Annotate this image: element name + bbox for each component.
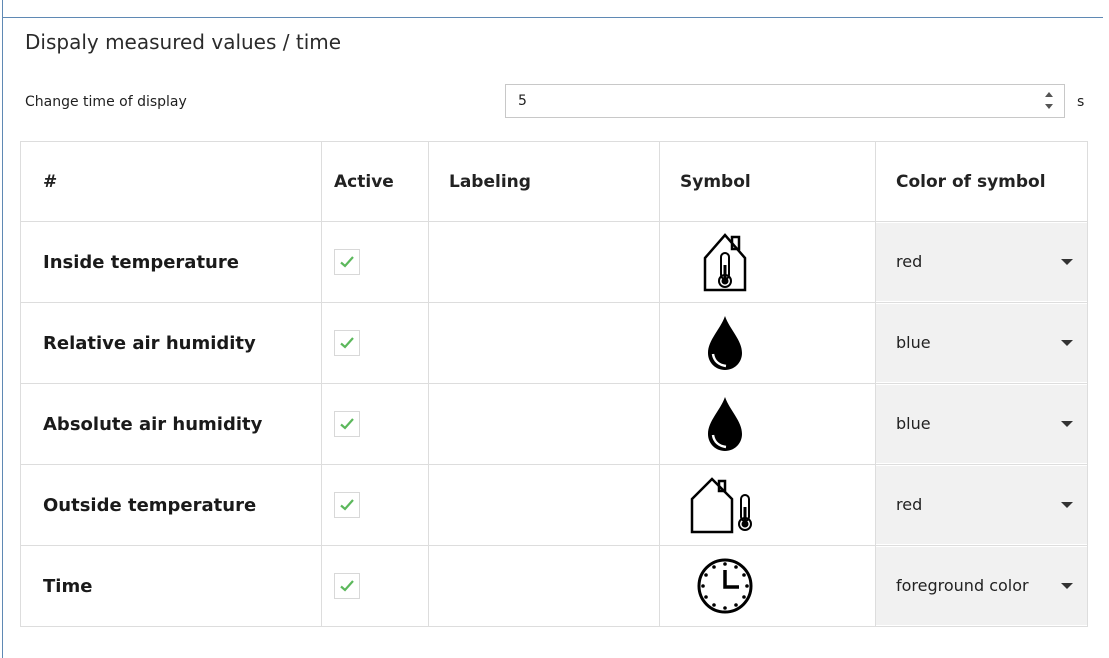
- checkmark-icon: [340, 580, 354, 592]
- house-outside-thermometer-icon: [680, 474, 770, 536]
- caret-down-icon: [1061, 421, 1073, 427]
- measured-values-table: # Active Labeling Symbol Color of symbol…: [20, 141, 1088, 627]
- color-select-value: red: [896, 252, 923, 271]
- color-select[interactable]: blue: [876, 385, 1087, 463]
- active-checkbox[interactable]: [334, 330, 360, 356]
- caret-down-icon: [1061, 583, 1073, 589]
- labeling-field[interactable]: [428, 221, 660, 303]
- color-select-value: red: [896, 495, 923, 514]
- active-checkbox[interactable]: [334, 249, 360, 275]
- color-select-value: blue: [896, 414, 931, 433]
- column-header-active: Active: [321, 141, 429, 222]
- section-title: Dispaly measured values / time: [25, 30, 342, 54]
- drop-icon: [680, 312, 770, 374]
- row-name: Inside temperature: [20, 221, 322, 303]
- checkmark-icon: [340, 256, 354, 268]
- column-header-number: #: [20, 141, 322, 222]
- column-header-labeling: Labeling: [428, 141, 660, 222]
- checkmark-icon: [340, 418, 354, 430]
- clock-icon: [680, 555, 770, 617]
- row-name: Outside temperature: [20, 464, 322, 546]
- caret-down-icon: [1061, 340, 1073, 346]
- column-header-color: Color of symbol: [875, 141, 1088, 222]
- caret-down-icon: [1061, 502, 1073, 508]
- checkmark-icon: [340, 337, 354, 349]
- chevron-down-icon[interactable]: [1045, 104, 1053, 109]
- color-select[interactable]: red: [876, 223, 1087, 301]
- display-time-stepper[interactable]: 5: [505, 84, 1065, 118]
- labeling-field[interactable]: [428, 383, 660, 465]
- table-row: Inside temperature red: [20, 221, 1088, 303]
- frame-edge: [2, 0, 3, 18]
- table-header-row: # Active Labeling Symbol Color of symbol: [20, 141, 1088, 222]
- table-row: Outside temperature red: [20, 464, 1088, 546]
- table-row: Time foreground color: [20, 545, 1088, 627]
- color-select[interactable]: foreground color: [876, 547, 1087, 625]
- table-row: Absolute air humidity blue: [20, 383, 1088, 465]
- color-select[interactable]: red: [876, 466, 1087, 544]
- caret-down-icon: [1061, 259, 1073, 265]
- row-name: Time: [20, 545, 322, 627]
- display-time-value[interactable]: 5: [518, 93, 527, 109]
- color-select-value: foreground color: [896, 576, 1029, 595]
- labeling-field[interactable]: [428, 545, 660, 627]
- row-name: Absolute air humidity: [20, 383, 322, 465]
- house-thermometer-icon: [680, 231, 770, 293]
- row-name: Relative air humidity: [20, 302, 322, 384]
- display-time-unit: s: [1077, 94, 1085, 110]
- stepper-buttons[interactable]: [1044, 90, 1056, 112]
- active-checkbox[interactable]: [334, 573, 360, 599]
- chevron-up-icon[interactable]: [1045, 92, 1053, 97]
- labeling-field[interactable]: [428, 464, 660, 546]
- labeling-field[interactable]: [428, 302, 660, 384]
- color-select-value: blue: [896, 333, 931, 352]
- drop-icon: [680, 393, 770, 455]
- display-time-label: Change time of display: [25, 94, 187, 110]
- color-select[interactable]: blue: [876, 304, 1087, 382]
- active-checkbox[interactable]: [334, 492, 360, 518]
- active-checkbox[interactable]: [334, 411, 360, 437]
- table-row: Relative air humidity blue: [20, 302, 1088, 384]
- column-header-symbol: Symbol: [659, 141, 876, 222]
- checkmark-icon: [340, 499, 354, 511]
